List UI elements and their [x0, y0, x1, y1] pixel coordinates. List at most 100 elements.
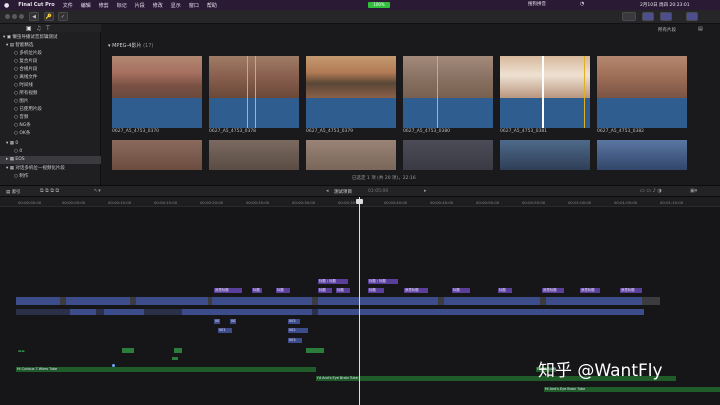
menu-item-trim[interactable]: 修剪	[99, 2, 109, 9]
connected-clip[interactable]: 002	[288, 328, 308, 333]
clock[interactable]: 2月10日 周四 20:23:01	[640, 2, 690, 8]
history-back-icon[interactable]: ◂	[326, 188, 329, 194]
connected-clip[interactable]: 002	[230, 319, 236, 324]
sidebar-event-multicam[interactable]: ▾ ▦ 对话多机位—视频化片段	[0, 165, 101, 173]
clip-thumbnail[interactable]: 0627_A5_4753_0382	[597, 56, 687, 134]
video-clip[interactable]	[66, 297, 130, 305]
sidebar-item-timeline[interactable]: ○ 时间线	[0, 82, 101, 90]
sidebar-item-offline[interactable]: ○ 离线文件	[0, 74, 101, 82]
title-clip[interactable]: 我是标题	[214, 288, 242, 293]
edit-tools-icon[interactable]: ⧉ ⧉ ⧉ ⧉	[40, 188, 59, 194]
menu-item-clip[interactable]: 片段	[135, 2, 145, 9]
audio-clip[interactable]	[174, 348, 182, 353]
sidebar-item-ng[interactable]: ○ NG条	[0, 122, 101, 130]
minimize-window-icon[interactable]	[12, 14, 17, 19]
clip-thumbnail[interactable]	[209, 140, 299, 170]
sidebar-item-ok[interactable]: ○ OK条	[0, 130, 101, 138]
history-forward-icon[interactable]: ▸	[424, 188, 427, 194]
clip-thumbnail[interactable]: 0627_A5_4753_0379	[306, 56, 396, 134]
connected-clip[interactable]: 001	[218, 328, 232, 333]
inspector-toggle-button[interactable]	[686, 12, 698, 21]
clip-thumbnail[interactable]: 0627_A5_4753_0378	[209, 56, 299, 134]
title-clip[interactable]: 标题	[336, 288, 350, 293]
browser-settings-icon[interactable]: ▤	[698, 26, 703, 32]
audio-clip[interactable]	[182, 309, 312, 315]
sidebar-library[interactable]: ▾ ▣ 懒虫导播试音剪辑测试	[0, 34, 101, 42]
sidebar-event-multicam-child[interactable]: ○ 制作	[0, 173, 101, 181]
timeline-zoom-icon[interactable]: ▣▾	[690, 188, 697, 194]
menu-item-mark[interactable]: 标记	[117, 2, 127, 9]
select-tool-icon[interactable]: ↖▾	[94, 188, 101, 194]
index-button[interactable]: ▤ 索引	[6, 189, 21, 195]
sidebar-item-used[interactable]: ○ 已使用片段	[0, 106, 101, 114]
connected-clip[interactable]: 003	[288, 338, 302, 343]
title-clip[interactable]: 标题 / 标题	[318, 279, 348, 284]
clip-thumbnail[interactable]: 0627_A5_4753_0381	[500, 56, 590, 134]
title-clip[interactable]: 我是标题	[404, 288, 428, 293]
audio-skimming-icon[interactable]: ▭ ▭ ♪ ◑	[640, 188, 662, 194]
menu-item-edit[interactable]: 编辑	[81, 2, 91, 9]
sidebar-item-audio[interactable]: ○ 音频	[0, 114, 101, 122]
timeline-toggle-button[interactable]	[660, 12, 672, 21]
close-window-icon[interactable]	[5, 14, 10, 19]
libraries-tab-icon[interactable]: ▣	[26, 25, 32, 32]
clip-thumbnail[interactable]	[403, 140, 493, 170]
wifi-icon[interactable]: ◔	[580, 1, 584, 7]
audio-clip[interactable]	[306, 348, 324, 353]
title-clip[interactable]: 标题	[452, 288, 470, 293]
project-name[interactable]: 测试项目	[334, 189, 352, 195]
menu-item-file[interactable]: 文件	[63, 2, 73, 9]
sidebar-event-eos[interactable]: ▸ ▦ EOS	[0, 156, 101, 164]
app-name-menu[interactable]: Final Cut Pro	[18, 2, 54, 8]
connected-clip[interactable]: 003	[288, 319, 300, 324]
menu-item-window[interactable]: 窗口	[189, 2, 199, 9]
keyframe-icon[interactable]	[112, 364, 115, 367]
title-clip[interactable]: 我是标题	[580, 288, 600, 293]
input-method-status[interactable]: 搜狗拼音	[528, 1, 546, 7]
music-clip[interactable]: Hi Curious 7 Wires Tube	[16, 367, 316, 372]
title-clip[interactable]: 标题 / 标题	[368, 279, 398, 284]
sidebar-event-0-child[interactable]: ○ 0	[0, 148, 101, 156]
audio-clip[interactable]	[122, 348, 134, 353]
menu-item-view[interactable]: 显示	[171, 2, 181, 9]
keyword-button[interactable]: 🔑	[44, 12, 54, 21]
menu-item-help[interactable]: 帮助	[207, 2, 217, 9]
video-clip[interactable]	[546, 297, 642, 305]
section-header[interactable]: ▾ MPEG-4影片 (17)	[108, 42, 153, 49]
playhead[interactable]	[359, 197, 360, 405]
background-tasks-button[interactable]: ✓	[58, 12, 68, 21]
title-clip[interactable]: 标题	[252, 288, 262, 293]
audio-clip[interactable]	[70, 309, 96, 315]
connected-clip[interactable]: 001	[214, 319, 220, 324]
clip-thumbnail[interactable]: 0627_A5_4753_0370	[112, 56, 202, 134]
sidebar-item-images[interactable]: ○ 图片	[0, 98, 101, 106]
sidebar-item-compliant[interactable]: ○ 合规片段	[0, 66, 101, 74]
title-clip[interactable]: 我是标题	[620, 288, 642, 293]
clip-thumbnail[interactable]: 0627_A5_4753_0380	[403, 56, 493, 134]
audio-clip[interactable]	[318, 309, 644, 315]
video-clip[interactable]	[318, 297, 438, 305]
title-clip[interactable]: 标题	[276, 288, 290, 293]
sidebar-item-all-video[interactable]: ○ 所有视频	[0, 90, 101, 98]
share-button[interactable]	[622, 12, 636, 21]
browser-toggle-button[interactable]	[642, 12, 654, 21]
playhead-handle[interactable]	[356, 199, 363, 204]
video-clip[interactable]	[16, 297, 60, 305]
sidebar-item-multicam[interactable]: ○ 多机位片段	[0, 50, 101, 58]
video-clip[interactable]	[212, 297, 312, 305]
audio-clip[interactable]	[104, 309, 144, 315]
zoom-window-icon[interactable]	[19, 14, 24, 19]
audio-clip[interactable]	[172, 357, 178, 360]
photos-tab-icon[interactable]: ♫	[36, 25, 41, 32]
clip-thumbnail[interactable]	[500, 140, 590, 170]
sidebar-item-compound[interactable]: ○ 复合片段	[0, 58, 101, 66]
sidebar-smart-collections[interactable]: ▾ ▤ 智能精选	[0, 42, 101, 50]
battery-status[interactable]: 100%	[368, 2, 390, 8]
title-clip[interactable]: 标题	[318, 288, 332, 293]
import-media-button[interactable]: ◀	[29, 12, 39, 21]
title-clip[interactable]: 标题	[368, 288, 384, 293]
sidebar-event-0[interactable]: ▾ ▦ 0	[0, 140, 101, 148]
title-clip[interactable]: 我是标题	[542, 288, 564, 293]
menu-item-modify[interactable]: 修改	[153, 2, 163, 9]
clip-thumbnail[interactable]	[112, 140, 202, 170]
